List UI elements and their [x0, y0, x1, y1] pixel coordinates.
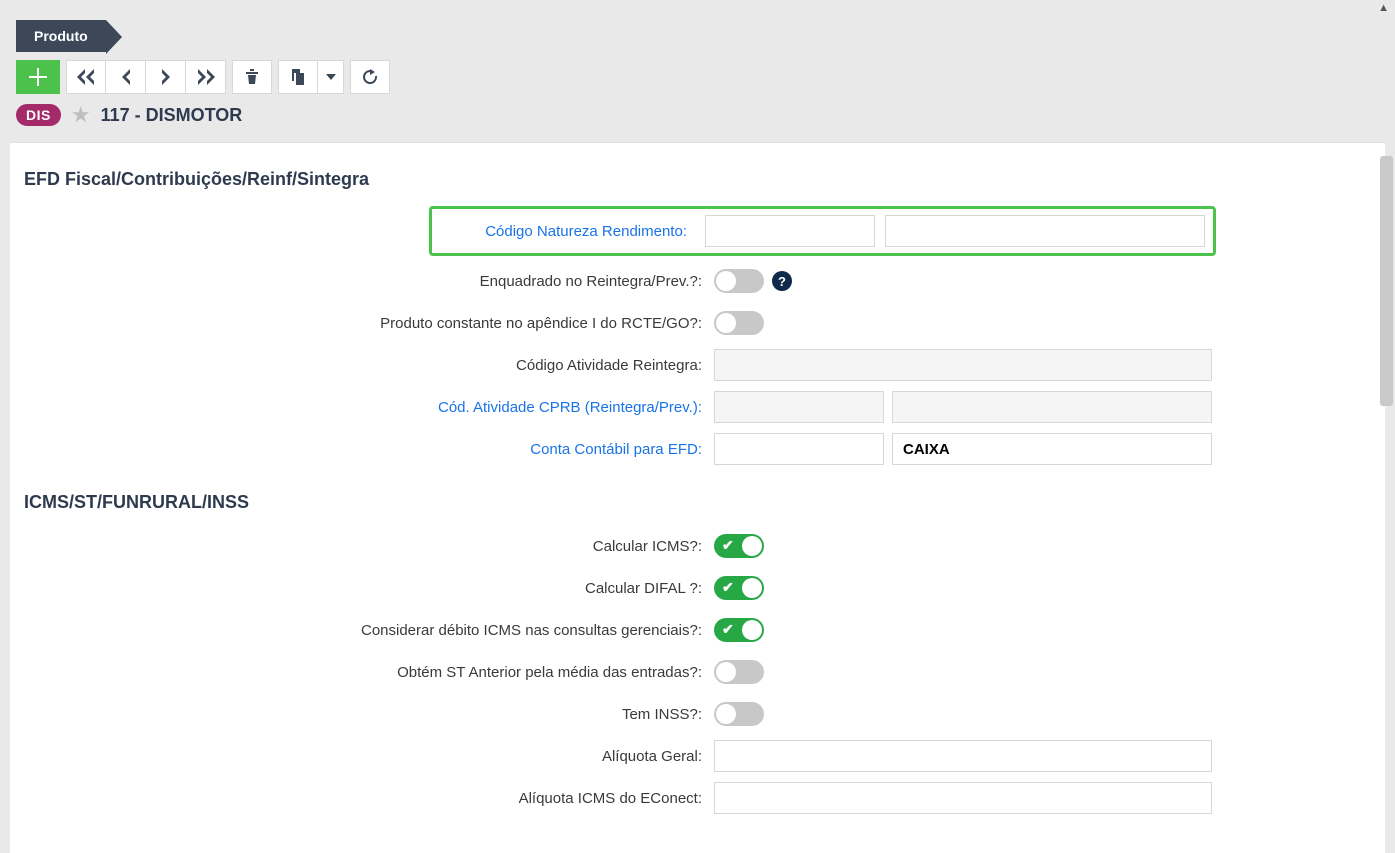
chevron-right-icon [160, 69, 172, 85]
codigo-natureza-lookup[interactable] [705, 215, 875, 247]
tem-inss-label: Tem INSS?: [24, 706, 714, 723]
favorite-star-icon[interactable]: ★ [71, 102, 91, 128]
conta-contabil-desc[interactable] [892, 433, 1212, 465]
add-button[interactable] [16, 60, 60, 94]
prev-button[interactable] [106, 60, 146, 94]
tem-inss-toggle[interactable] [714, 702, 764, 726]
next-button[interactable] [146, 60, 186, 94]
aliquota-econect-label: Alíquota ICMS do EConect: [24, 790, 714, 807]
copy-button[interactable] [278, 60, 318, 94]
delete-button[interactable] [232, 60, 272, 94]
codigo-natureza-highlight: Código Natureza Rendimento: [429, 206, 1216, 256]
vertical-scrollbar[interactable] [1380, 156, 1393, 406]
conta-contabil-lookup[interactable] [714, 433, 884, 465]
efd-section-title: EFD Fiscal/Contribuições/Reinf/Sintegra [24, 169, 1371, 190]
cod-atividade-cprb-lookup [714, 391, 884, 423]
company-badge: DIS [16, 104, 61, 126]
chevron-left-icon [120, 69, 132, 85]
obtem-st-label: Obtém ST Anterior pela média das entrada… [24, 664, 714, 681]
refresh-button[interactable] [350, 60, 390, 94]
plus-icon [29, 68, 47, 86]
codigo-atividade-reintegra-input [714, 349, 1212, 381]
codigo-natureza-label[interactable]: Código Natureza Rendimento: [440, 223, 695, 240]
calcular-difal-toggle[interactable]: ✔ [714, 576, 764, 600]
caret-up-icon[interactable]: ▲ [1378, 2, 1389, 14]
considerar-debito-label: Considerar débito ICMS nas consultas ger… [24, 622, 714, 639]
page-title: 117 - DISMOTOR [101, 105, 243, 126]
cod-atividade-cprb-desc [892, 391, 1212, 423]
last-button[interactable] [186, 60, 226, 94]
breadcrumb[interactable]: Produto [16, 20, 106, 52]
toolbar [0, 60, 1395, 102]
codigo-natureza-desc[interactable] [885, 215, 1205, 247]
codigo-atividade-reintegra-label: Código Atividade Reintegra: [24, 357, 714, 374]
refresh-icon [361, 68, 379, 86]
icms-section-title: ICMS/ST/FUNRURAL/INSS [24, 492, 1371, 513]
considerar-debito-toggle[interactable]: ✔ [714, 618, 764, 642]
aliquota-geral-input[interactable] [714, 740, 1212, 772]
aliquota-geral-label: Alíquota Geral: [24, 748, 714, 765]
apendice-rcte-toggle[interactable] [714, 311, 764, 335]
chevrons-left-icon [76, 69, 96, 85]
form-panel: EFD Fiscal/Contribuições/Reinf/Sintegra … [10, 142, 1385, 853]
chevrons-right-icon [196, 69, 216, 85]
help-icon[interactable]: ? [772, 271, 792, 291]
conta-contabil-label[interactable]: Conta Contábil para EFD: [24, 441, 714, 458]
enquadrado-reintegra-toggle[interactable] [714, 269, 764, 293]
caret-down-icon [326, 74, 336, 80]
trash-icon [245, 69, 259, 85]
calcular-icms-toggle[interactable]: ✔ [714, 534, 764, 558]
apendice-rcte-label: Produto constante no apêndice I do RCTE/… [24, 315, 714, 332]
obtem-st-toggle[interactable] [714, 660, 764, 684]
calcular-icms-label: Calcular ICMS?: [24, 538, 714, 555]
cod-atividade-cprb-label[interactable]: Cód. Atividade CPRB (Reintegra/Prev.): [24, 399, 714, 416]
aliquota-econect-input[interactable] [714, 782, 1212, 814]
calcular-difal-label: Calcular DIFAL ?: [24, 580, 714, 597]
copy-dropdown-button[interactable] [318, 60, 344, 94]
copy-icon [290, 69, 306, 85]
enquadrado-reintegra-label: Enquadrado no Reintegra/Prev.?: [24, 273, 714, 290]
first-button[interactable] [66, 60, 106, 94]
